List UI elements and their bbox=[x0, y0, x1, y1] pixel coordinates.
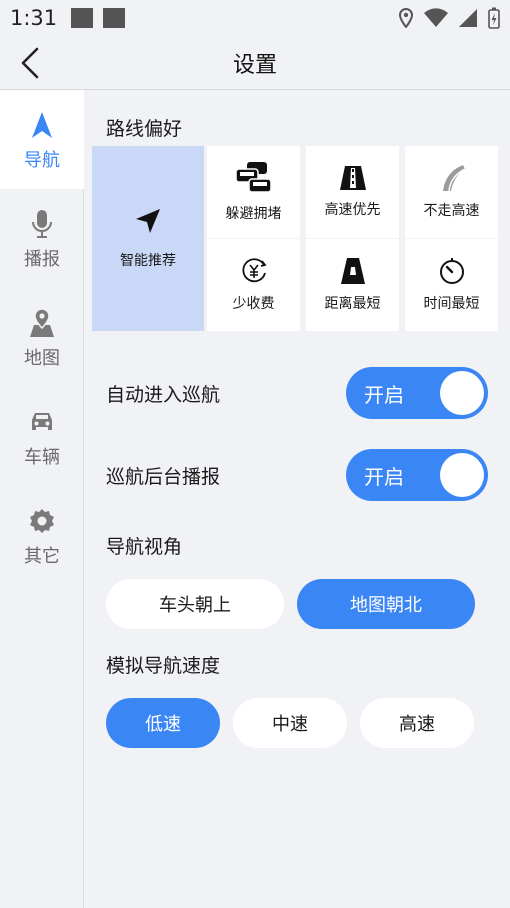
wifi-icon bbox=[424, 8, 448, 27]
sidebar-item-navigation[interactable]: 导航 bbox=[0, 90, 84, 189]
route-option-no-highway[interactable]: 不走高速 bbox=[405, 146, 498, 238]
short-road-icon bbox=[340, 258, 365, 284]
back-button[interactable] bbox=[10, 42, 50, 84]
no-highway-icon bbox=[442, 165, 465, 192]
toggle-knob bbox=[440, 453, 484, 497]
sim-speed-option-medium[interactable]: 中速 bbox=[233, 698, 347, 748]
sidebar-item-broadcast[interactable]: 播报 bbox=[0, 189, 84, 288]
sim-speed-option-high[interactable]: 高速 bbox=[360, 698, 474, 748]
nav-view-option-heading-up[interactable]: 车头朝上 bbox=[106, 579, 284, 629]
status-bar: 1:31 bbox=[0, 0, 510, 36]
cruise-broadcast-row: 巡航后台播报 开启 bbox=[106, 449, 488, 501]
auto-cruise-row: 自动进入巡航 开启 bbox=[106, 367, 488, 419]
yuan-coin-icon bbox=[241, 258, 267, 283]
route-option-shortest-time[interactable]: 时间最短 bbox=[405, 239, 498, 331]
app-bar: 设置 bbox=[0, 36, 510, 90]
signal-icon bbox=[459, 9, 477, 27]
sidebar-item-label: 导航 bbox=[24, 149, 60, 171]
notification-icon bbox=[71, 8, 94, 28]
toggle-state-label: 开启 bbox=[364, 464, 404, 489]
sidebar-item-label: 地图 bbox=[24, 347, 60, 369]
route-option-label: 少收费 bbox=[232, 296, 275, 312]
route-option-label: 不走高速 bbox=[423, 203, 480, 219]
route-option-less-toll[interactable]: 少收费 bbox=[207, 239, 300, 331]
toggle-knob bbox=[440, 371, 484, 415]
microphone-icon bbox=[32, 209, 52, 238]
route-option-label: 躲避拥堵 bbox=[225, 206, 282, 222]
sidebar-item-other[interactable]: 其它 bbox=[0, 486, 84, 585]
traffic-jam-icon bbox=[234, 162, 272, 193]
navigation-arrow-icon bbox=[32, 111, 52, 138]
timer-icon bbox=[439, 258, 464, 284]
sidebar-item-label: 车辆 bbox=[24, 446, 60, 468]
battery-icon bbox=[488, 7, 500, 29]
sidebar-item-vehicle[interactable]: 车辆 bbox=[0, 387, 84, 486]
route-option-label: 距离最短 bbox=[324, 296, 381, 312]
sidebar-item-map[interactable]: 地图 bbox=[0, 288, 84, 387]
car-icon bbox=[32, 412, 52, 430]
route-option-shortest-distance[interactable]: 距离最短 bbox=[306, 239, 399, 331]
route-option-smart[interactable]: 智能推荐 bbox=[92, 146, 204, 331]
sim-speed-option-low[interactable]: 低速 bbox=[106, 698, 220, 748]
location-icon bbox=[398, 8, 414, 28]
nav-view-option-north-up[interactable]: 地图朝北 bbox=[297, 579, 475, 629]
highway-icon bbox=[339, 166, 366, 190]
sidebar-item-label: 播报 bbox=[24, 248, 60, 270]
toggle-state-label: 开启 bbox=[364, 382, 404, 407]
sim-speed-label: 模拟导航速度 bbox=[106, 655, 221, 677]
nav-view-label: 导航视角 bbox=[106, 536, 183, 558]
sidebar-item-label: 其它 bbox=[24, 545, 60, 567]
settings-content: 路线偏好 智能推荐 躲避拥堵 高速优先 不走高速 少收费 距离最短 时间最短 自… bbox=[84, 90, 510, 908]
page-title: 设置 bbox=[232, 52, 277, 78]
route-option-label: 时间最短 bbox=[423, 296, 480, 312]
auto-cruise-toggle[interactable]: 开启 bbox=[346, 367, 488, 419]
route-preference-label: 路线偏好 bbox=[106, 118, 183, 140]
status-time: 1:31 bbox=[10, 6, 58, 30]
gear-icon bbox=[30, 508, 54, 533]
navigation-cursor-icon bbox=[136, 208, 160, 233]
route-option-label: 高速优先 bbox=[324, 202, 381, 218]
auto-cruise-label: 自动进入巡航 bbox=[106, 383, 221, 406]
sidebar: 导航 播报 地图 车辆 其它 bbox=[0, 90, 84, 908]
route-option-avoid-congestion[interactable]: 躲避拥堵 bbox=[207, 146, 300, 238]
status-icons bbox=[398, 7, 500, 29]
notification-icon bbox=[103, 8, 126, 28]
cruise-broadcast-label: 巡航后台播报 bbox=[106, 465, 221, 488]
map-pin-icon bbox=[30, 307, 54, 337]
cruise-broadcast-toggle[interactable]: 开启 bbox=[346, 449, 488, 501]
back-arrow-icon bbox=[21, 47, 39, 79]
route-preference-grid: 智能推荐 躲避拥堵 高速优先 不走高速 少收费 距离最短 时间最短 bbox=[92, 146, 498, 331]
route-option-label: 智能推荐 bbox=[120, 252, 176, 269]
route-option-highway-first[interactable]: 高速优先 bbox=[306, 146, 399, 238]
